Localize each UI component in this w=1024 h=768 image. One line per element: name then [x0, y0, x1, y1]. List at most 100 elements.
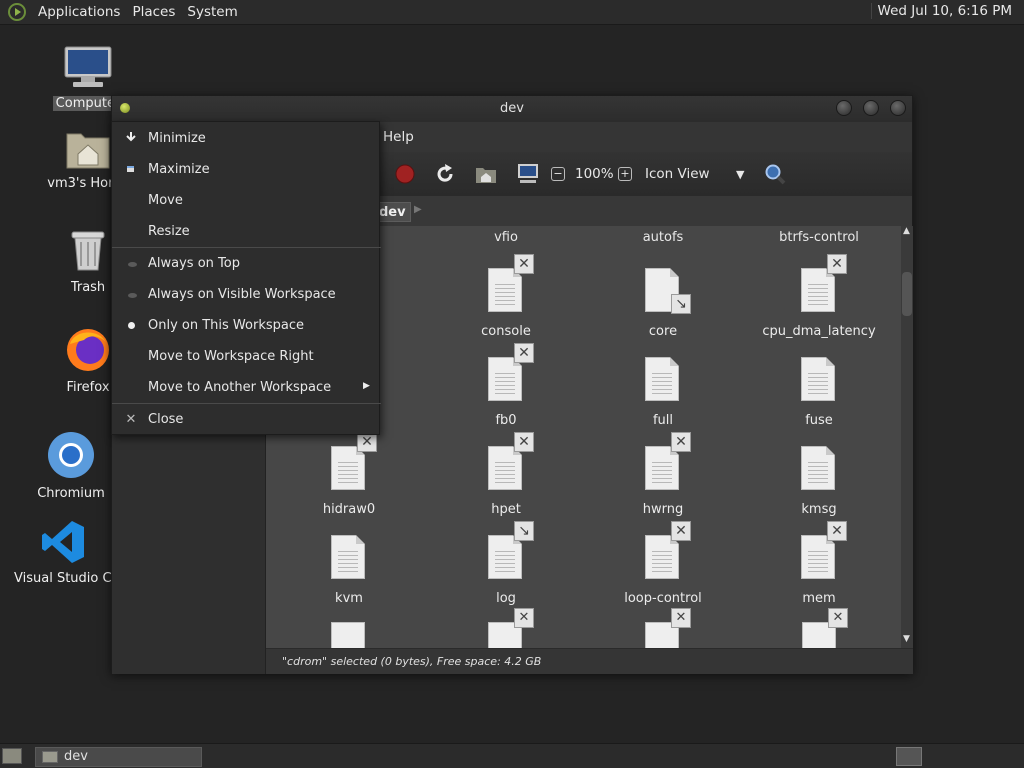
computer-button[interactable] — [516, 162, 540, 186]
file-icon — [488, 357, 522, 401]
file-item[interactable]: ✕ fb0 — [431, 343, 581, 443]
emblem-x-icon: ✕ — [514, 343, 534, 363]
menu-item-move-to-workspace-right[interactable]: Move to Workspace Right — [112, 341, 381, 372]
emblem-x-icon: ✕ — [671, 432, 691, 452]
file-item[interactable]: kmsg — [744, 446, 894, 532]
scrollbar-thumb[interactable] — [902, 272, 912, 316]
emblem-x-icon: ✕ — [671, 521, 691, 541]
emblem-x-icon: ✕ — [514, 608, 534, 628]
menu-item-minimize[interactable]: Minimize — [112, 123, 381, 154]
desktop-icon-vscode[interactable]: Visual Studio Code — [14, 519, 111, 590]
file-item-label: log — [496, 591, 516, 606]
file-item[interactable]: kvm — [274, 535, 424, 621]
zoom-in-icon: + — [618, 167, 632, 181]
file-item[interactable]: ✕ console — [431, 254, 581, 354]
scroll-down-icon[interactable]: ▼ — [903, 634, 910, 644]
file-item[interactable]: ✕ loop-control — [588, 521, 738, 621]
maximize-window-button[interactable] — [863, 100, 879, 116]
file-item-label: fb0 — [495, 413, 517, 428]
desktop-icon-chromium[interactable]: Chromium — [23, 430, 119, 505]
menu-item-resize[interactable]: Resize — [112, 216, 381, 247]
emblem-x-icon: ✕ — [828, 608, 848, 628]
vertical-scrollbar[interactable]: ▲ ▼ — [901, 226, 913, 648]
menu-item-move-to-another-workspace[interactable]: Move to Another Workspace ▶ — [112, 372, 381, 403]
file-icon — [645, 535, 679, 579]
radio-off-icon — [123, 256, 139, 272]
reload-button[interactable] — [434, 162, 456, 186]
file-item-label[interactable]: btrfs-control — [744, 230, 894, 245]
file-item[interactable]: ✕ hwrng — [588, 432, 738, 532]
clock[interactable]: Wed Jul 10, 6:16 PM — [870, 3, 1018, 19]
file-icon — [645, 357, 679, 401]
menu-item-always-on-visible-workspace[interactable]: Always on Visible Workspace — [112, 279, 381, 310]
window-titlebar[interactable]: dev — [112, 96, 912, 122]
view-mode-select[interactable]: Icon View — [645, 162, 710, 186]
stop-icon — [395, 164, 415, 184]
close-window-button[interactable] — [890, 100, 906, 116]
submenu-arrow-icon: ▶ — [363, 381, 370, 391]
file-item[interactable]: ↘ core — [588, 268, 738, 354]
taskbar-button-dev[interactable]: dev — [35, 747, 202, 767]
file-item-label: full — [652, 413, 674, 428]
file-item-label: kvm — [335, 591, 363, 606]
file-item[interactable]: ✕ hpet — [431, 432, 581, 532]
folder-icon — [42, 751, 58, 763]
file-item[interactable]: fuse — [744, 357, 894, 443]
zoom-level[interactable]: 100% — [575, 162, 614, 186]
file-item-label: hpet — [491, 502, 521, 517]
stop-button[interactable] — [394, 162, 416, 186]
radio-on-icon — [123, 318, 139, 334]
path-right-arrow-icon[interactable]: ▶ — [414, 204, 422, 215]
desktop-icon-label: Chromium — [37, 486, 105, 501]
menu-item-maximize[interactable]: Maximize — [112, 154, 381, 185]
file-item-label[interactable]: vfio — [431, 230, 581, 245]
show-desktop-icon[interactable] — [2, 748, 22, 764]
places-menu[interactable]: Places — [126, 4, 181, 20]
workspace-switcher[interactable] — [896, 747, 922, 766]
file-item[interactable]: ✕ hidraw0 — [274, 432, 424, 532]
top-panel: Applications Places System Wed Jul 10, 6… — [0, 0, 1024, 25]
file-icon — [645, 446, 679, 490]
file-icon — [801, 357, 835, 401]
desktop-icon-label: Visual Studio Code — [14, 571, 111, 586]
chevron-down-icon[interactable]: ▼ — [736, 162, 744, 186]
applications-menu[interactable]: Applications — [32, 4, 126, 20]
bottom-panel: dev — [0, 743, 1024, 768]
vscode-icon — [41, 521, 84, 563]
chromium-icon — [48, 432, 94, 478]
emblem-x-icon: ✕ — [827, 254, 847, 274]
menu-item-always-on-top[interactable]: Always on Top — [112, 248, 381, 279]
computer-icon — [64, 46, 112, 87]
menu-logo-icon[interactable] — [8, 3, 26, 21]
file-item[interactable]: ↘ log — [431, 521, 581, 621]
close-icon: ✕ — [125, 412, 137, 427]
desktop-icon-label: Firefox — [66, 380, 110, 395]
zoom-out-button[interactable]: − — [551, 162, 565, 186]
minimize-window-button[interactable] — [836, 100, 852, 116]
menu-item-only-on-this-workspace[interactable]: Only on This Workspace — [112, 310, 381, 341]
search-button[interactable] — [764, 162, 786, 186]
home-folder-icon — [66, 133, 110, 169]
file-icon — [801, 535, 835, 579]
menu-item-label: Move to Another Workspace — [148, 380, 332, 395]
file-icon[interactable] — [331, 622, 365, 648]
menu-item-close[interactable]: ✕ Close — [112, 404, 381, 435]
zoom-in-button[interactable]: + — [618, 162, 632, 186]
home-button[interactable] — [475, 162, 497, 186]
emblem-x-icon: ✕ — [514, 254, 534, 274]
menu-help[interactable]: Help — [383, 129, 414, 145]
file-item-label: core — [648, 324, 678, 339]
menu-item-move[interactable]: Move — [112, 185, 381, 216]
file-item-label: console — [481, 324, 531, 339]
scroll-up-icon[interactable]: ▲ — [903, 226, 910, 236]
statusbar: "cdrom" selected (0 bytes), Free space: … — [266, 648, 913, 674]
file-icon — [801, 446, 835, 490]
file-item[interactable]: ✕ mem — [744, 521, 894, 621]
file-item[interactable]: ✕ cpu_dma_latency — [744, 254, 894, 354]
system-menu[interactable]: System — [181, 4, 243, 20]
file-item-label: fuse — [805, 413, 833, 428]
home-icon — [476, 168, 496, 183]
file-item-label[interactable]: autofs — [588, 230, 738, 245]
file-item-label: cpu_dma_latency — [762, 324, 876, 339]
file-item[interactable]: full — [588, 357, 738, 443]
